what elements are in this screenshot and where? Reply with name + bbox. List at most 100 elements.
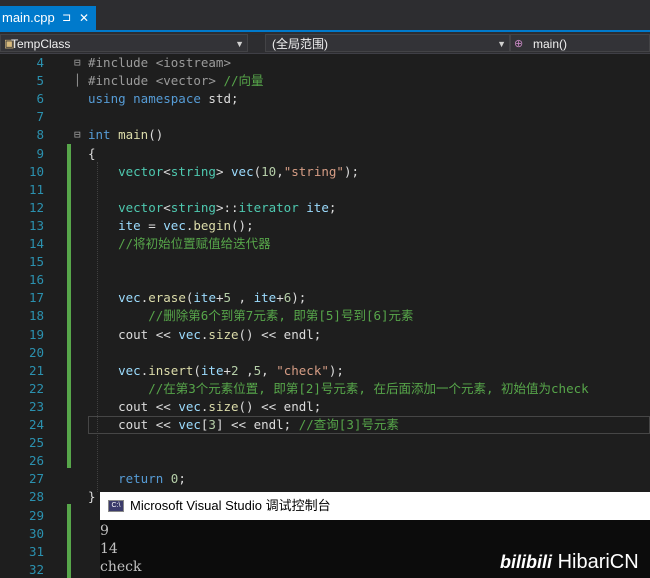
code-token: { <box>88 145 96 161</box>
code-text: { <box>88 145 96 163</box>
global-scope-dropdown[interactable]: (全局范围) ▼ <box>265 34 510 52</box>
code-text: //将初始位置赋值给迭代器 <box>88 235 271 253</box>
line-number: 26 <box>28 453 44 469</box>
code-text: //删除第6个到第7元素, 即第[5]号到[6]元素 <box>88 307 414 325</box>
line-number: 25 <box>28 435 44 451</box>
code-token: int <box>88 127 111 143</box>
code-token: //查询[3]号元素 <box>298 417 399 432</box>
line-number: 21 <box>28 362 44 378</box>
code-line[interactable]: 8 ⊟ int main() <box>0 126 650 144</box>
code-line[interactable]: 23 cout << vec.size() << endl; <box>0 398 650 416</box>
code-token: vec <box>118 362 141 378</box>
code-token: (); <box>231 217 254 233</box>
console-output-line: 14 <box>100 541 118 557</box>
line-number: 27 <box>28 471 44 487</box>
code-token: ite <box>306 199 329 215</box>
code-line[interactable]: 10 vector<string> vec(10,"string"); <box>0 163 650 181</box>
code-token: main <box>118 127 149 143</box>
code-text: ite = vec.begin(); <box>88 217 254 235</box>
code-line[interactable]: 5 │ #include <vector> //向量 <box>0 72 650 90</box>
code-line[interactable]: 6 using namespace std; <box>0 90 650 108</box>
code-text: int main() <box>88 126 163 144</box>
line-number: 23 <box>28 398 44 414</box>
line-number: 29 <box>28 507 44 523</box>
code-line[interactable]: 13 ite = vec.begin(); <box>0 217 650 235</box>
code-line[interactable]: 25 <box>0 434 650 452</box>
code-line[interactable]: 27 return 0; <box>0 470 650 488</box>
code-line[interactable]: 24 cout << vec[3] << endl; //查询[3]号元素 <box>0 416 650 434</box>
code-line[interactable]: 26 <box>0 452 650 470</box>
collapse-icon[interactable]: ⊟ <box>74 126 81 144</box>
line-number: 20 <box>28 344 44 360</box>
line-number: 14 <box>28 236 44 251</box>
code-text: vector<string>::iterator ite; <box>88 199 336 217</box>
line-number: 12 <box>28 199 44 215</box>
code-token: 2 <box>231 362 239 378</box>
code-token: ( <box>253 163 262 179</box>
code-token: ); <box>343 163 359 179</box>
code-line[interactable]: 11 <box>0 181 650 199</box>
code-text: cout << vec[3] << endl; //查询[3]号元素 <box>88 416 399 434</box>
code-line[interactable]: 16 <box>0 271 650 289</box>
code-token: 10 <box>261 163 277 179</box>
code-line[interactable]: 12 vector<string>::iterator ite; <box>0 199 650 217</box>
code-token: ] << endl; <box>215 417 299 432</box>
code-token: 5 <box>253 362 262 378</box>
line-number: 16 <box>28 272 44 288</box>
chevron-down-icon: ▼ <box>497 39 506 49</box>
code-line[interactable]: 18 //删除第6个到第7元素, 即第[5]号到[6]元素 <box>0 307 650 325</box>
code-line[interactable]: 14 //将初始位置赋值给迭代器 <box>0 235 650 253</box>
line-number: 6 <box>36 91 44 107</box>
code-token: 3 <box>208 417 216 432</box>
line-number: 13 <box>28 217 44 233</box>
tab-filename: main.cpp <box>2 10 55 25</box>
tab-bar: main.cpp ⊐ ✕ <box>0 0 650 30</box>
code-line[interactable]: 15 <box>0 253 650 271</box>
close-icon[interactable]: ✕ <box>79 6 89 30</box>
code-line[interactable]: 22 //在第3个元素位置, 即第[2]号元素, 在后面添加一个元素, 初始值为… <box>0 380 650 398</box>
code-token: cout << <box>88 417 179 432</box>
code-token: () << endl; <box>238 326 322 342</box>
line-number: 4 <box>36 55 44 70</box>
console-icon: C:\ <box>108 500 124 512</box>
console-output-line: 9 <box>100 523 109 539</box>
line-number: 9 <box>36 145 44 161</box>
member-dropdown[interactable]: ⊕ main() <box>510 34 650 52</box>
collapse-icon[interactable]: ⊟ <box>74 54 81 72</box>
code-token: ite <box>118 217 141 233</box>
class-scope-dropdown[interactable]: ▣ TempClass ▼ <box>0 34 248 52</box>
code-token: , <box>261 362 277 378</box>
code-token: } <box>88 489 96 505</box>
line-number: 22 <box>28 380 44 396</box>
code-line[interactable]: 7 <box>0 108 650 126</box>
line-number: 30 <box>28 525 44 541</box>
pin-icon[interactable]: ⊐ <box>62 6 71 30</box>
code-token: vec <box>178 326 201 342</box>
code-text: vec.insert(ite+2 ,5, "check"); <box>88 362 344 380</box>
code-token: ; <box>328 199 337 215</box>
code-token: () << endl; <box>238 398 322 414</box>
code-line[interactable]: 4 ⊟ #include <iostream> <box>0 54 650 72</box>
code-text: return 0; <box>88 470 186 488</box>
code-token: //在第3个元素位置, 即第[2]号元素, 在后面添加一个元素, 初始值为che… <box>148 380 589 396</box>
code-line[interactable]: 19 cout << vec.size() << endl; <box>0 326 650 344</box>
watermark-user: HibariCN <box>557 551 639 573</box>
code-token: , <box>231 290 254 306</box>
code-line[interactable]: 17 vec.erase(ite+5 , ite+6); <box>0 289 650 307</box>
code-token: vec <box>231 163 254 179</box>
code-token: vec <box>118 290 141 306</box>
code-token: > <box>215 163 232 179</box>
code-line[interactable]: 21 vec.insert(ite+2 ,5, "check"); <box>0 362 650 380</box>
code-token: //删除第6个到第7元素, 即第[5]号到[6]元素 <box>148 308 414 324</box>
tab-main-cpp[interactable]: main.cpp ⊐ ✕ <box>0 6 96 30</box>
code-token: >:: <box>215 199 239 215</box>
code-line[interactable]: 9{ <box>0 145 650 163</box>
code-line[interactable]: 20 <box>0 344 650 362</box>
code-token: string <box>170 163 216 179</box>
console-title-bar[interactable]: C:\ Microsoft Visual Studio 调试控制台 <box>100 492 650 520</box>
code-token: #include <vector> <box>88 73 224 89</box>
